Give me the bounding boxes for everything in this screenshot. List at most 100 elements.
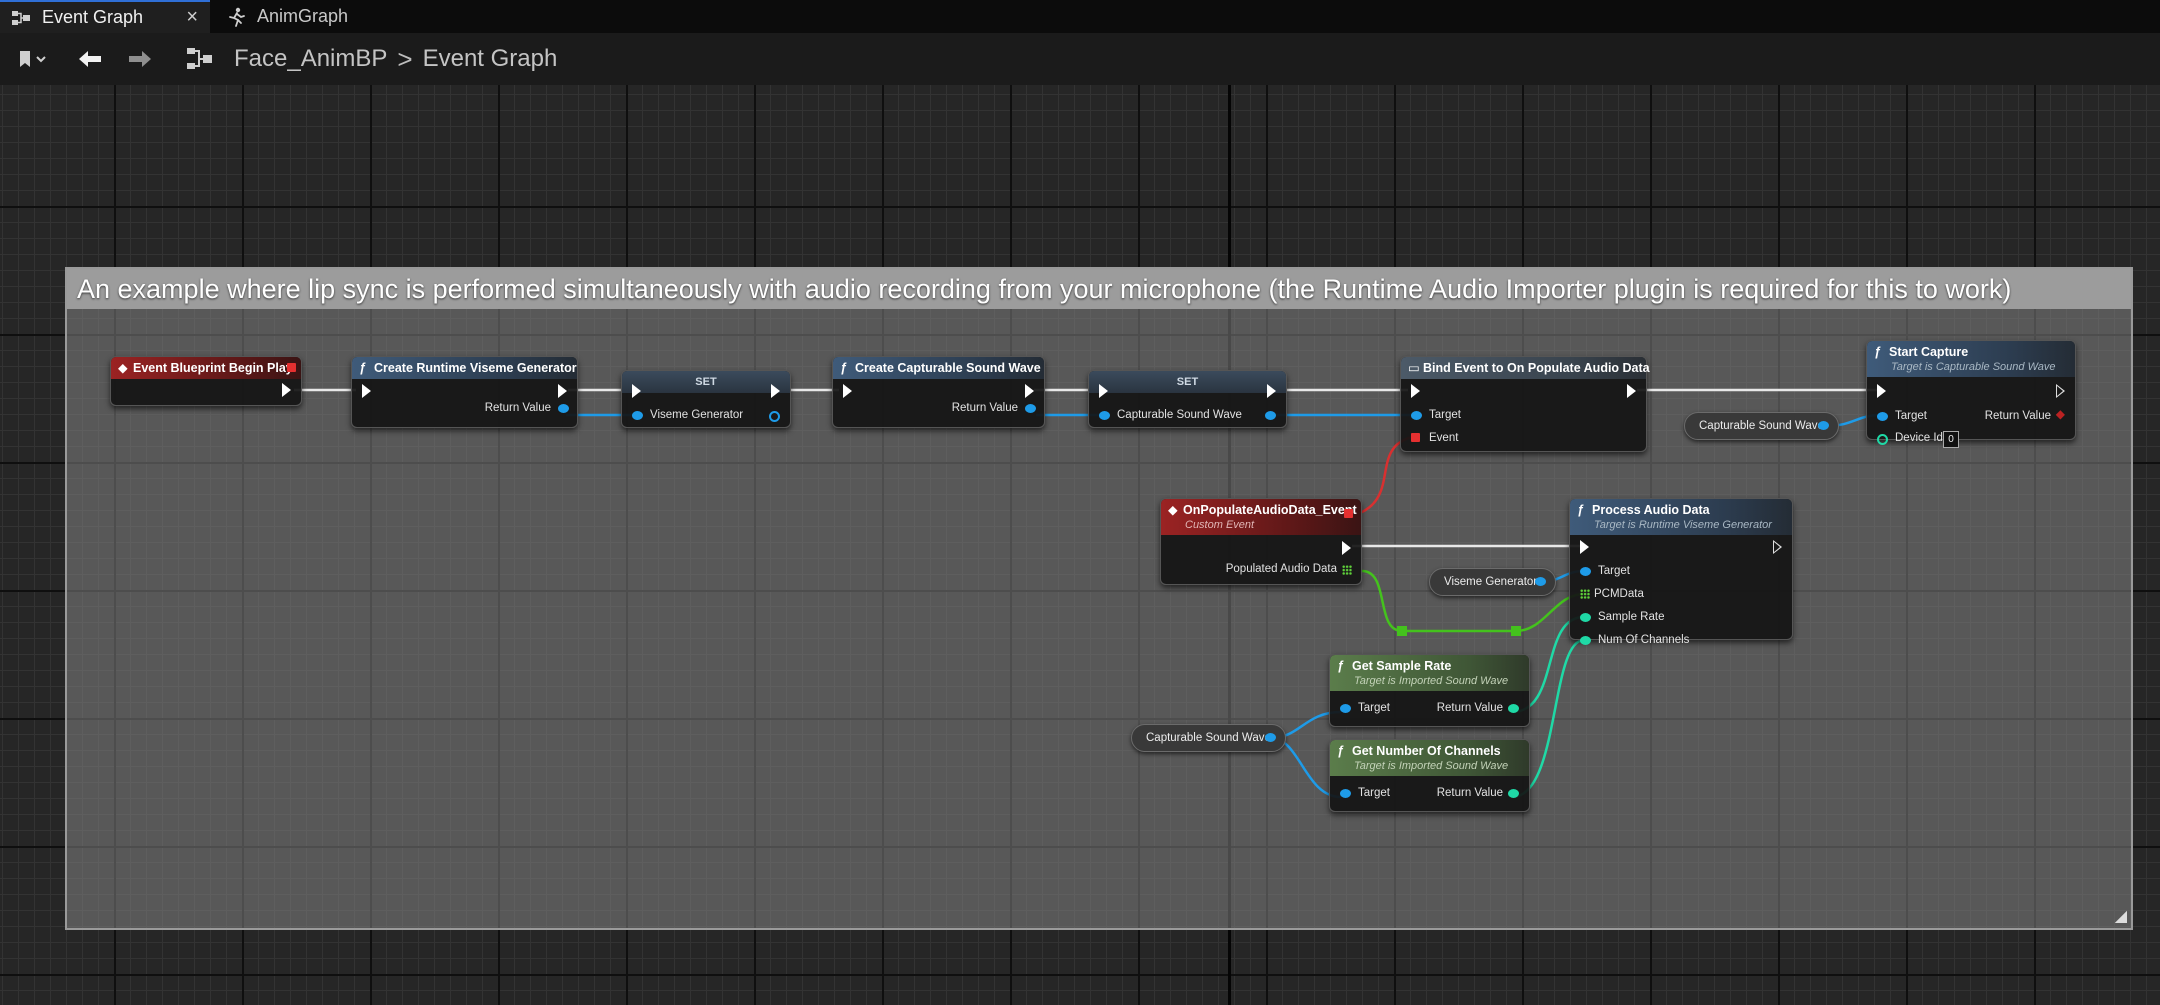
exec-out-pin[interactable] bbox=[1267, 384, 1276, 398]
function-icon: ƒ bbox=[1874, 345, 1881, 359]
node-create-viseme-generator[interactable]: ƒ Create Runtime Viseme Generator Return… bbox=[351, 356, 578, 428]
breadcrumb-blueprint[interactable]: Face_AnimBP bbox=[234, 45, 387, 73]
exec-out-pin[interactable] bbox=[558, 384, 567, 398]
node-title: Start Capture bbox=[1889, 345, 1969, 359]
pin-label: Return Value bbox=[1436, 787, 1503, 799]
node-title: SET bbox=[1089, 371, 1286, 393]
node-create-capturable-sound-wave[interactable]: ƒ Create Capturable Sound Wave Return Va… bbox=[832, 356, 1045, 428]
exec-in-pin[interactable] bbox=[362, 384, 371, 398]
var-capturable-sound-wave[interactable]: Capturable Sound Wave bbox=[1131, 724, 1286, 752]
node-get-number-of-channels[interactable]: ƒ Get Number Of Channels Target is Impor… bbox=[1329, 739, 1530, 812]
arrow-right-icon bbox=[129, 51, 151, 67]
node-get-sample-rate[interactable]: ƒ Get Sample Rate Target is Imported Sou… bbox=[1329, 654, 1530, 727]
delegate-pin[interactable] bbox=[287, 363, 296, 372]
target-pin[interactable] bbox=[1580, 567, 1591, 576]
arrow-left-icon bbox=[79, 51, 101, 67]
array-out-pin[interactable] bbox=[1342, 565, 1352, 575]
var-capturable-sound-wave[interactable]: Capturable Sound Wave bbox=[1684, 412, 1839, 440]
node-title: Create Runtime Viseme Generator bbox=[374, 361, 577, 375]
pin-label: Target bbox=[1358, 702, 1390, 714]
node-subtitle: Target is Runtime Viseme Generator bbox=[1594, 519, 1772, 531]
return-value-pin[interactable]: ◆ bbox=[2056, 407, 2065, 421]
exec-in-pin[interactable] bbox=[843, 384, 852, 398]
exec-in-pin[interactable] bbox=[1580, 540, 1589, 554]
pcm-data-pin[interactable] bbox=[1580, 589, 1590, 599]
target-pin[interactable] bbox=[1340, 704, 1351, 713]
exec-out-pin[interactable] bbox=[1627, 384, 1636, 398]
event-delegate-pin[interactable] bbox=[1411, 433, 1420, 442]
pin-label: Target bbox=[1598, 565, 1630, 577]
capturable-sound-wave-out-pin[interactable] bbox=[1265, 411, 1276, 420]
node-subtitle: Target is Imported Sound Wave bbox=[1354, 675, 1509, 687]
var-label: Capturable Sound Wave bbox=[1699, 420, 1824, 432]
node-start-capture[interactable]: ƒ Start Capture Target is Capturable Sou… bbox=[1866, 340, 2076, 448]
exec-out-pin[interactable] bbox=[771, 384, 780, 398]
exec-out-pin[interactable] bbox=[1342, 541, 1351, 555]
node-set-capturable-sound-wave[interactable]: SET Capturable Sound Wave bbox=[1088, 370, 1287, 428]
close-icon[interactable]: × bbox=[186, 6, 198, 29]
bookmark-button[interactable] bbox=[8, 33, 56, 85]
pin-label: PCMData bbox=[1594, 588, 1644, 600]
num-channels-pin[interactable] bbox=[1580, 636, 1591, 645]
node-title: Process Audio Data bbox=[1592, 503, 1710, 517]
graph-icon-button[interactable] bbox=[180, 33, 220, 85]
wires-layer bbox=[294, 388, 1880, 799]
var-label: Capturable Sound Wave bbox=[1146, 732, 1271, 744]
device-id-input[interactable]: 0 bbox=[1943, 431, 1959, 448]
exec-out-pin[interactable] bbox=[282, 383, 291, 397]
exec-in-pin[interactable] bbox=[1411, 384, 1420, 398]
viseme-generator-out-pin[interactable] bbox=[769, 411, 780, 422]
pin-label: Viseme Generator bbox=[650, 409, 744, 421]
return-value-pin[interactable] bbox=[1508, 704, 1519, 713]
graph-canvas[interactable]: An example where lip sync is performed s… bbox=[0, 85, 2160, 1005]
delegate-pin[interactable] bbox=[1344, 509, 1353, 518]
event-graph-icon bbox=[12, 10, 30, 25]
node-process-audio-data[interactable]: ƒ Process Audio Data Target is Runtime V… bbox=[1569, 498, 1793, 646]
node-title: Event Blueprint Begin Play bbox=[133, 361, 293, 375]
node-bind-event[interactable]: ▭ Bind Event to On Populate Audio Data T… bbox=[1400, 356, 1650, 452]
exec-out-pin[interactable] bbox=[1773, 540, 1782, 554]
tab-event-graph[interactable]: Event Graph × bbox=[0, 0, 210, 33]
return-value-pin[interactable] bbox=[1025, 404, 1036, 413]
exec-in-pin[interactable] bbox=[1099, 384, 1108, 398]
return-value-pin[interactable] bbox=[558, 404, 569, 413]
bind-event-icon: ▭ bbox=[1408, 361, 1420, 375]
exec-in-pin[interactable] bbox=[632, 384, 641, 398]
var-viseme-generator[interactable]: Viseme Generator bbox=[1429, 568, 1556, 596]
exec-in-pin[interactable] bbox=[1877, 384, 1886, 398]
node-title: Bind Event to On Populate Audio Data bbox=[1423, 361, 1650, 375]
node-custom-event[interactable]: ◆ OnPopulateAudioData_Event Custom Event… bbox=[1160, 498, 1362, 585]
event-diamond-icon: ◆ bbox=[118, 361, 128, 375]
node-subtitle: Target is Capturable Sound Wave bbox=[1891, 361, 2056, 373]
viseme-generator-in-pin[interactable] bbox=[632, 411, 643, 420]
device-id-pin[interactable] bbox=[1877, 434, 1888, 445]
run-icon bbox=[229, 7, 245, 27]
pin-label: Return Value bbox=[1436, 702, 1503, 714]
pin-label: Return Value bbox=[951, 402, 1018, 414]
tab-animgraph[interactable]: AnimGraph bbox=[215, 0, 365, 33]
breadcrumb-graph[interactable]: Event Graph bbox=[423, 45, 558, 73]
node-title: Get Number Of Channels bbox=[1352, 744, 1501, 758]
bookmark-icon bbox=[20, 51, 46, 67]
graph-hierarchy-icon bbox=[187, 48, 212, 69]
var-out-pin[interactable] bbox=[1818, 421, 1829, 430]
var-out-pin[interactable] bbox=[1265, 733, 1276, 742]
back-button[interactable] bbox=[70, 33, 110, 85]
breadcrumb: Face_AnimBP > Event Graph bbox=[234, 33, 557, 85]
node-subtitle: Custom Event bbox=[1185, 519, 1255, 531]
node-set-viseme-generator[interactable]: SET Viseme Generator bbox=[621, 370, 791, 428]
sample-rate-pin[interactable] bbox=[1580, 613, 1591, 622]
forward-button[interactable] bbox=[120, 33, 160, 85]
exec-out-pin[interactable] bbox=[2056, 384, 2065, 398]
target-pin[interactable] bbox=[1877, 412, 1888, 421]
pin-label: Target bbox=[1429, 409, 1461, 421]
node-subtitle: Target is Imported Sound Wave bbox=[1354, 760, 1509, 772]
target-pin[interactable] bbox=[1340, 789, 1351, 798]
return-value-pin[interactable] bbox=[1508, 789, 1519, 798]
node-event-begin-play[interactable]: ◆ Event Blueprint Begin Play bbox=[110, 356, 302, 406]
target-pin[interactable] bbox=[1411, 411, 1422, 420]
exec-out-pin[interactable] bbox=[1025, 384, 1034, 398]
pin-label: Populated Audio Data bbox=[1225, 563, 1337, 575]
capturable-sound-wave-in-pin[interactable] bbox=[1099, 411, 1110, 420]
var-out-pin[interactable] bbox=[1535, 577, 1546, 586]
